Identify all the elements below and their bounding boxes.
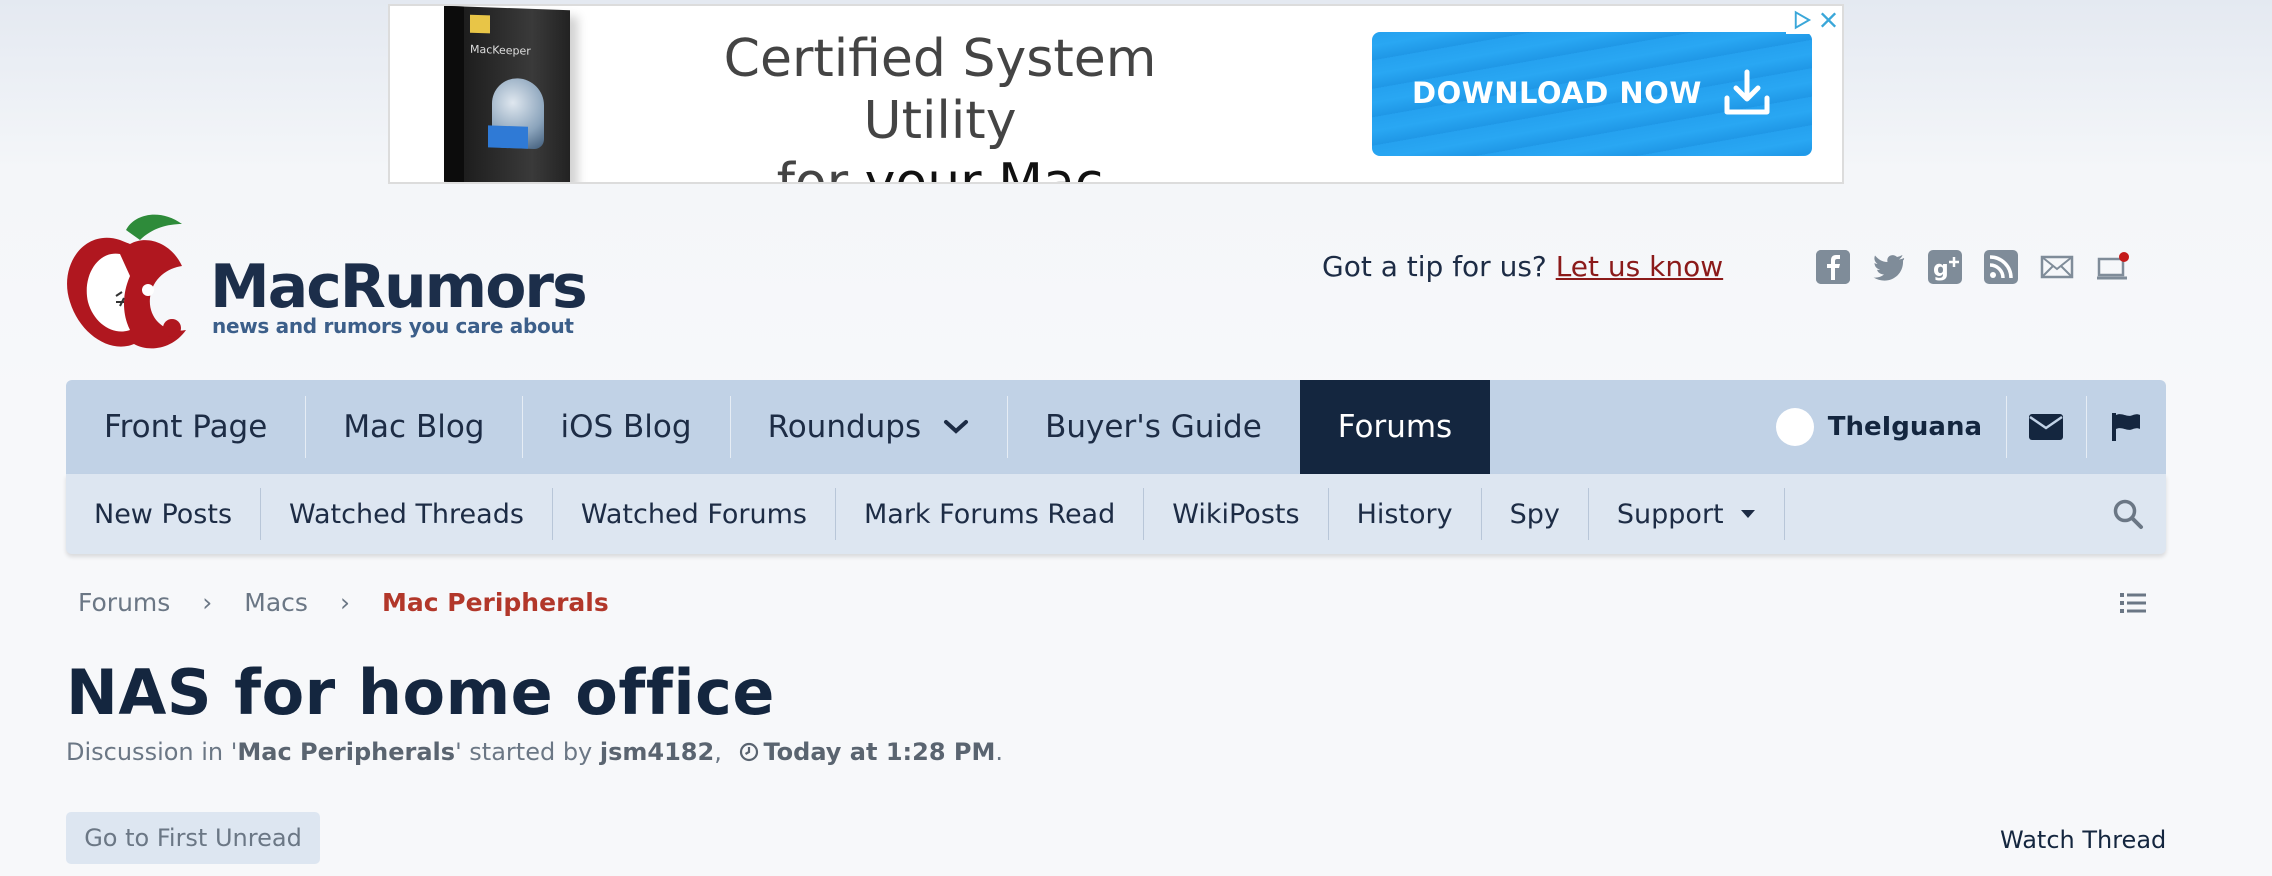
nav-mac-blog[interactable]: Mac Blog <box>305 380 522 474</box>
ad-choices[interactable] <box>1786 6 1842 34</box>
tip-prompt: Got a tip for us? Let us know <box>1322 250 1723 283</box>
breadcrumb-macs[interactable]: Macs <box>244 588 308 617</box>
subnav-support[interactable]: Support <box>1587 488 1785 540</box>
meta-comma: , <box>714 738 730 766</box>
secondary-nav: New Posts Watched Threads Watched Forums… <box>66 474 2166 554</box>
nav-label: iOS Blog <box>560 409 692 445</box>
subnav-label: Mark Forums Read <box>863 498 1116 530</box>
twitter-icon[interactable] <box>1872 250 1906 284</box>
ad-headline-line1: Certified System Utility <box>723 29 1157 151</box>
nav-account-area: TheIguana <box>1756 380 2166 474</box>
subnav-label: Watched Forums <box>580 498 807 530</box>
meta-forum-link[interactable]: Mac Peripherals <box>237 738 455 766</box>
list-icon[interactable] <box>2120 592 2146 618</box>
breadcrumb-current[interactable]: Mac Peripherals <box>382 588 609 617</box>
nav-label: Front Page <box>104 409 268 445</box>
subnav-label: New Posts <box>94 498 233 530</box>
search-button[interactable] <box>2112 498 2144 530</box>
watch-thread-link[interactable]: Watch Thread <box>2000 826 2166 854</box>
subnav-watched-forums[interactable]: Watched Forums <box>551 488 835 540</box>
alerts-button[interactable] <box>2086 380 2166 474</box>
subnav-label: Watched Threads <box>289 498 524 530</box>
notification-icon[interactable] <box>2096 250 2130 284</box>
subnav-history[interactable]: History <box>1327 488 1481 540</box>
svg-text:g: g <box>1933 257 1949 282</box>
chevron-down-icon <box>943 418 969 436</box>
site-logo[interactable]: MacRumors news and rumors you care about <box>64 206 588 354</box>
ad-download-button[interactable]: DOWNLOAD NOW <box>1372 32 1812 156</box>
logo-wordmark: MacRumors <box>210 252 588 322</box>
ad-headline: Certified System Utility for your Mac <box>680 28 1200 184</box>
nav-label: Buyer's Guide <box>1045 409 1262 445</box>
meta-time[interactable]: Today at 1:28 PM <box>763 738 995 766</box>
google-plus-icon[interactable]: g <box>1928 250 1962 284</box>
ad-box-name: MacKeeper <box>470 42 531 58</box>
meta-author-link[interactable]: jsm4182 <box>600 738 714 766</box>
ad-product-box: MacKeeper <box>444 6 570 182</box>
page-title: NAS for home office <box>66 656 775 729</box>
go-to-first-unread-button[interactable]: Go to First Unread <box>66 812 320 864</box>
ad-download-label: DOWNLOAD NOW <box>1412 76 1702 110</box>
ad-close-icon[interactable] <box>1817 8 1840 32</box>
download-icon <box>1724 69 1770 115</box>
ad-banner[interactable]: MacKeeper Certified System Utility for y… <box>388 4 1844 184</box>
meta-mid: ' started by <box>455 738 600 766</box>
nav-label: Forums <box>1337 409 1453 445</box>
subnav-mark-forums-read[interactable]: Mark Forums Read <box>834 488 1143 540</box>
flag-icon <box>2112 413 2140 441</box>
caret-down-icon <box>1740 509 1756 519</box>
breadcrumb: Forums › Macs › Mac Peripherals <box>78 588 609 617</box>
envelope-icon <box>2029 414 2063 440</box>
breadcrumb-forums[interactable]: Forums <box>78 588 170 617</box>
ad-headline-prefix: for <box>776 153 865 184</box>
ad-choices-icon[interactable] <box>1790 8 1813 32</box>
nav-ios-blog[interactable]: iOS Blog <box>522 380 729 474</box>
avatar <box>1775 408 1814 446</box>
ad-headline-bold: your Mac <box>864 153 1104 184</box>
logo-tagline: news and rumors you care about <box>212 314 574 338</box>
user-menu[interactable]: TheIguana <box>1756 380 2006 474</box>
subnav-label: History <box>1356 498 1453 530</box>
mail-icon[interactable] <box>2040 250 2074 284</box>
rss-icon[interactable] <box>1984 250 2018 284</box>
nav-front-page[interactable]: Front Page <box>66 380 305 474</box>
facebook-icon[interactable] <box>1816 250 1850 284</box>
subnav-watched-threads[interactable]: Watched Threads <box>260 488 552 540</box>
subnav-label: WikiPosts <box>1172 498 1300 530</box>
subnav-label: Spy <box>1509 498 1560 530</box>
nav-forums[interactable]: Forums <box>1299 380 1491 474</box>
breadcrumb-separator: › <box>202 588 213 617</box>
social-links: g <box>1816 250 2130 284</box>
nav-label: Roundups <box>767 409 922 445</box>
tip-text: Got a tip for us? <box>1322 250 1556 283</box>
subnav-label: Support <box>1616 498 1724 530</box>
apple-logo-icon <box>67 214 186 349</box>
breadcrumb-separator: › <box>339 588 350 617</box>
subnav-spy[interactable]: Spy <box>1480 488 1588 540</box>
subnav-wikiposts[interactable]: WikiPosts <box>1143 488 1327 540</box>
clock-icon <box>739 742 759 762</box>
inbox-button[interactable] <box>2006 380 2086 474</box>
subnav-new-posts[interactable]: New Posts <box>66 488 260 540</box>
nav-roundups[interactable]: Roundups <box>729 380 1008 474</box>
meta-end: . <box>995 738 1003 766</box>
search-icon <box>2113 499 2143 529</box>
meta-prefix: Discussion in ' <box>66 738 238 766</box>
username: TheIguana <box>1827 412 1982 442</box>
nav-label: Mac Blog <box>343 409 485 445</box>
tip-link[interactable]: Let us know <box>1556 250 1723 283</box>
primary-nav: Front Page Mac Blog iOS Blog Roundups Bu… <box>66 380 2166 474</box>
thread-meta: Discussion in ' Mac Peripherals ' started … <box>66 738 1003 766</box>
nav-buyers-guide[interactable]: Buyer's Guide <box>1007 380 1300 474</box>
